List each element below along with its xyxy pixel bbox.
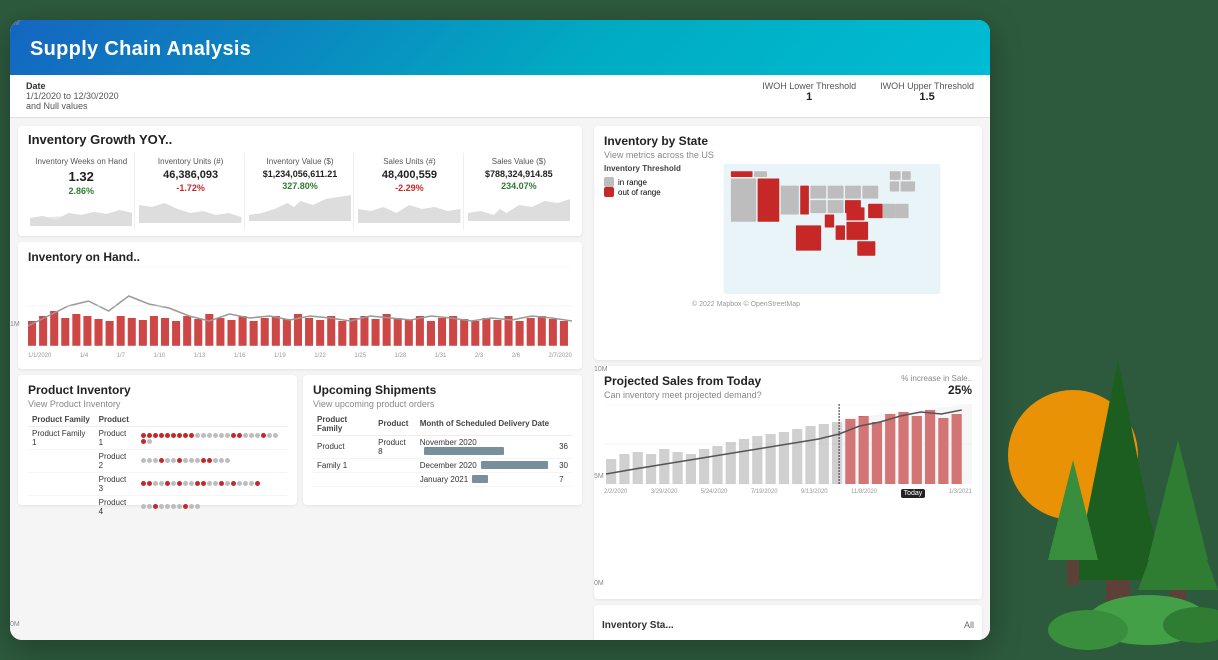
legend-in-range: in range (604, 177, 684, 187)
table-row: Product 4 (28, 495, 287, 518)
right-panel: Inventory by State View metrics across t… (590, 118, 990, 640)
map-area: © 2022 Mapbox © OpenStreetMap (692, 164, 972, 308)
inventory-status-label: Inventory Sta... (602, 620, 674, 631)
projected-sales-card: Projected Sales from Today Can inventory… (594, 366, 982, 600)
threshold-filters: IWOH Lower Threshold 1 IWOH Upper Thresh… (762, 81, 974, 103)
ioh-chart-container: 2M 1M 0M (28, 266, 572, 361)
bar-dec (481, 461, 548, 469)
table-row: Product 3 (28, 472, 287, 495)
kpi-card: Inventory Growth YOY.. Inventory Weeks o… (18, 126, 582, 236)
date-filter[interactable]: Date 1/1/2020 to 12/30/2020 and Null val… (26, 81, 119, 111)
ioh-chart-area: 1/1/2020 1/4 1/7 1/10 1/13 1/16 1/19 1/2… (28, 266, 572, 361)
col-value (555, 413, 572, 436)
ioh-chart-svg (28, 266, 572, 346)
product-inventory-subtitle: View Product Inventory (28, 399, 287, 409)
projected-percent: % increase in Sale.. 25% (901, 374, 972, 397)
table-row: Family 1 December 2020 30 (313, 458, 572, 472)
product-inventory-table: Product Family Product Product Family 1 … (28, 413, 287, 519)
today-marker: Today (901, 489, 926, 498)
ioh-title: Inventory on Hand.. (28, 250, 572, 264)
dashboard: Supply Chain Analysis Date 1/1/2020 to 1… (10, 20, 990, 640)
sparkline-sales-value (468, 193, 570, 221)
upcoming-shipments-card: Upcoming Shipments View upcoming product… (303, 375, 582, 505)
table-row: January 2021 7 (313, 472, 572, 486)
kpi-row: Inventory Weeks on Hand 1.32 2.86% Inven… (28, 153, 572, 230)
shipments-subtitle: View upcoming product orders (313, 399, 572, 409)
col-month: Month of Scheduled Delivery Date (416, 413, 555, 436)
projected-chart-area: 2/2/2020 3/29/2020 5/24/2020 7/19/2020 9… (604, 404, 972, 499)
dot-cluster (141, 481, 260, 486)
legend-title: Inventory Threshold (604, 164, 684, 173)
iwoh-lower-threshold[interactable]: IWOH Lower Threshold 1 (762, 81, 856, 103)
shipments-title: Upcoming Shipments (313, 383, 572, 397)
main-content: Inventory Growth YOY.. Inventory Weeks o… (10, 118, 990, 640)
sparkline-units (139, 195, 241, 223)
us-map-svg (692, 164, 972, 294)
date-range: 1/1/2020 to 12/30/2020 (26, 91, 119, 101)
map-credit: © 2022 Mapbox © OpenStreetMap (692, 301, 972, 308)
projected-chart-container: 10M 5M 0M (604, 404, 972, 499)
sun-decoration (1008, 390, 1138, 520)
dot-cluster (141, 458, 230, 463)
map-subtitle: View metrics across the US (604, 150, 972, 160)
dot-cluster (141, 433, 283, 444)
date-label: Date (26, 81, 119, 91)
kpi-sales-value[interactable]: Sales Value ($) $788,324,914.85 234.07% (466, 153, 572, 230)
inventory-status-card: Inventory Sta... All (594, 605, 982, 640)
shipments-table: Product Family Product Month of Schedule… (313, 413, 572, 487)
header: Supply Chain Analysis (10, 20, 990, 75)
inventory-by-state-card: Inventory by State View metrics across t… (594, 126, 982, 360)
bar-nov (424, 447, 504, 455)
projected-chart-svg (604, 404, 972, 484)
kpi-inventory-units[interactable]: Inventory Units (#) 46,386,093 -1.72% (137, 153, 244, 230)
col-product: Product (95, 413, 137, 427)
inventory-status-all: All (964, 620, 974, 630)
projected-subtitle: Can inventory meet projected demand? (604, 390, 762, 400)
date-note: and Null values (26, 101, 119, 111)
projected-x-labels: 2/2/2020 3/29/2020 5/24/2020 7/19/2020 9… (604, 489, 972, 498)
col-dots (137, 413, 287, 427)
sparkline-weeks (30, 198, 132, 226)
iwoh-upper-threshold[interactable]: IWOH Upper Threshold 1.5 (880, 81, 974, 103)
projected-header: Projected Sales from Today Can inventory… (604, 374, 972, 404)
sparkline-sales-units (358, 195, 460, 223)
table-row: Product Family 1 Product 1 (28, 426, 287, 449)
table-row: Product 2 (28, 449, 287, 472)
map-title: Inventory by State (604, 134, 972, 148)
product-inventory-card: Product Inventory View Product Inventory… (18, 375, 297, 505)
ioh-y-axis: 2M 1M 0M (10, 20, 30, 640)
dashboard-title: Supply Chain Analysis (30, 38, 970, 61)
table-row: Product Product 8 November 2020 36 (313, 435, 572, 458)
bottom-section: Product Inventory View Product Inventory… (18, 375, 582, 505)
kpi-sales-units[interactable]: Sales Units (#) 48,400,559 -2.29% (356, 153, 463, 230)
product-inventory-title: Product Inventory (28, 383, 287, 397)
dot-cluster (141, 504, 200, 509)
kpi-title: Inventory Growth YOY.. (28, 132, 572, 147)
col-family: Product Family (28, 413, 95, 427)
filter-bar: Date 1/1/2020 to 12/30/2020 and Null val… (10, 75, 990, 118)
col-family-s: Product Family (313, 413, 374, 436)
legend-out-range: out of range (604, 187, 684, 197)
projected-title: Projected Sales from Today (604, 374, 762, 388)
map-content: Inventory Threshold in range out of rang… (604, 164, 972, 308)
sparkline-value (249, 193, 351, 221)
ioh-x-labels: 1/1/2020 1/4 1/7 1/10 1/13 1/16 1/19 1/2… (28, 353, 572, 359)
kpi-weeks-on-hand[interactable]: Inventory Weeks on Hand 1.32 2.86% (28, 153, 135, 230)
kpi-inventory-value[interactable]: Inventory Value ($) $1,234,056,611.21 32… (247, 153, 354, 230)
bar-jan (472, 475, 488, 483)
col-product-s: Product (374, 413, 416, 436)
inventory-on-hand-card: Inventory on Hand.. 2M 1M 0M (18, 242, 582, 369)
map-legend: Inventory Threshold in range out of rang… (604, 164, 684, 308)
left-panel: Inventory Growth YOY.. Inventory Weeks o… (10, 118, 590, 640)
